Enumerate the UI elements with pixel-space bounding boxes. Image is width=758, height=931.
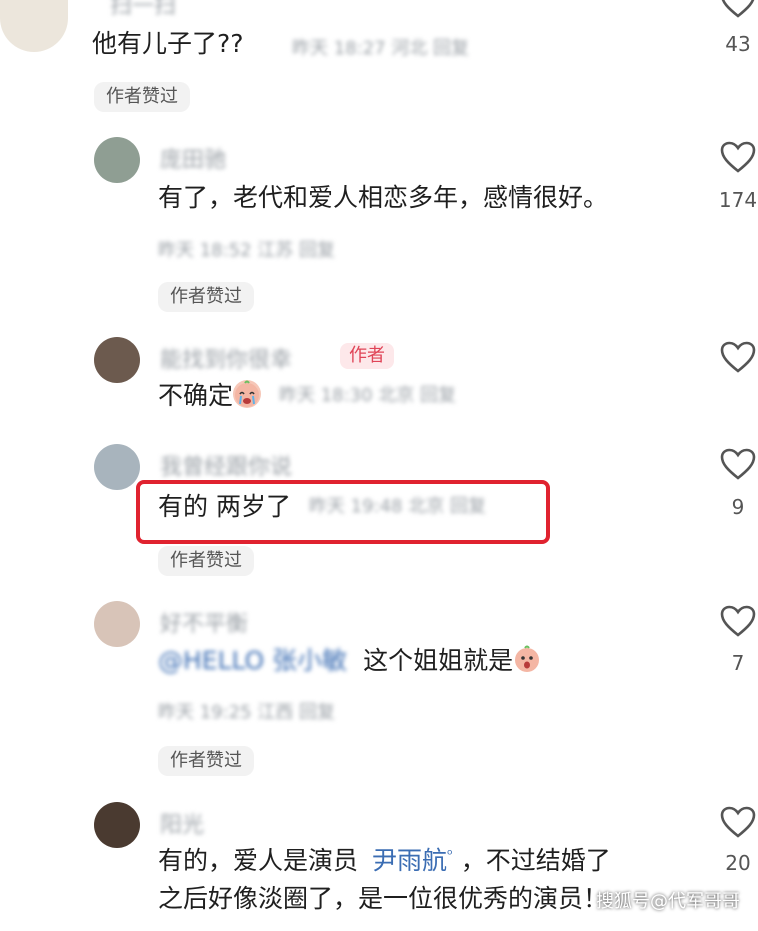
comment-meta: 昨天 19:25 江西 回复 (158, 702, 336, 723)
comment-meta: 昨天 19:48 北京 回复 (308, 496, 486, 517)
username[interactable]: 能找到你很幸 (160, 342, 292, 374)
author-liked-badge: 作者赞过 (94, 82, 190, 112)
author-liked-badge: 作者赞过 (158, 546, 254, 576)
heart-icon[interactable] (720, 806, 756, 838)
comment-text-content: ，不过结婚了 (460, 846, 611, 875)
comment-text: 不确定 昨天 18:30 北京 回复 (158, 378, 456, 414)
like-count: 9 (731, 495, 745, 519)
author-liked-badge: 作者赞过 (158, 746, 254, 776)
heart-icon[interactable] (720, 605, 756, 637)
username[interactable]: 庞田驰 (160, 142, 226, 174)
avatar[interactable] (0, 0, 68, 52)
avatar[interactable] (94, 137, 140, 183)
comment-meta: 昨天 18:52 江苏 回复 (158, 240, 336, 261)
avatar[interactable] (94, 601, 140, 647)
comment-text-content: 不确定 (158, 381, 234, 410)
comment-text-content: 有的 两岁了 (158, 492, 291, 521)
heart-icon[interactable] (720, 448, 756, 480)
heart-icon[interactable] (720, 341, 756, 373)
comment-text-line-2: 之后好像淡圈了，是一位很优秀的演员！ (158, 884, 609, 913)
comment-meta: 昨天 18:27 河北 回复 (292, 38, 470, 59)
comment-text: 他有儿子了?? (92, 29, 244, 58)
comment-text: 有的 两岁了 昨天 19:48 北京 回复 (158, 489, 486, 525)
author-liked-badge: 作者赞过 (158, 282, 254, 312)
comment-text: 有了，老代和爱人相恋多年，感情很好。 (158, 183, 609, 212)
avatar[interactable] (94, 337, 140, 383)
watermark: 搜狐号@代军哥哥 (596, 891, 740, 912)
comment-text-line-1: 有的，爱人是演员 尹雨航ᵒ ，不过结婚了 (158, 843, 611, 879)
comment-text: @HELLO 张小敏 这个姐姐就是 (158, 643, 541, 679)
username[interactable]: 扫一扫 (110, 0, 176, 20)
username[interactable]: 阳光 (160, 807, 204, 839)
search-icon: ᵒ (446, 847, 453, 863)
avatar[interactable] (94, 444, 140, 490)
comment-text-content: 有的，爱人是演员 (158, 846, 359, 875)
like-count: 43 (725, 32, 751, 56)
surprised-emoji-icon (513, 645, 541, 673)
author-tag: 作者 (340, 343, 394, 369)
like-count: 174 (718, 188, 758, 212)
heart-icon[interactable] (720, 0, 756, 18)
comment-text-content: 这个姐姐就是 (363, 646, 514, 675)
comment-meta: 昨天 18:30 北京 回复 (278, 385, 457, 406)
mention-link[interactable]: @HELLO 张小敏 (158, 646, 347, 675)
avatar[interactable] (94, 802, 140, 848)
username[interactable]: 我曾经跟你说 (160, 449, 292, 481)
crying-emoji-icon (233, 380, 262, 408)
username[interactable]: 好不平衡 (160, 606, 248, 638)
like-count: 20 (725, 851, 751, 875)
heart-icon[interactable] (720, 141, 756, 173)
like-count: 7 (731, 651, 745, 675)
mention-link[interactable]: 尹雨航 (372, 846, 447, 875)
